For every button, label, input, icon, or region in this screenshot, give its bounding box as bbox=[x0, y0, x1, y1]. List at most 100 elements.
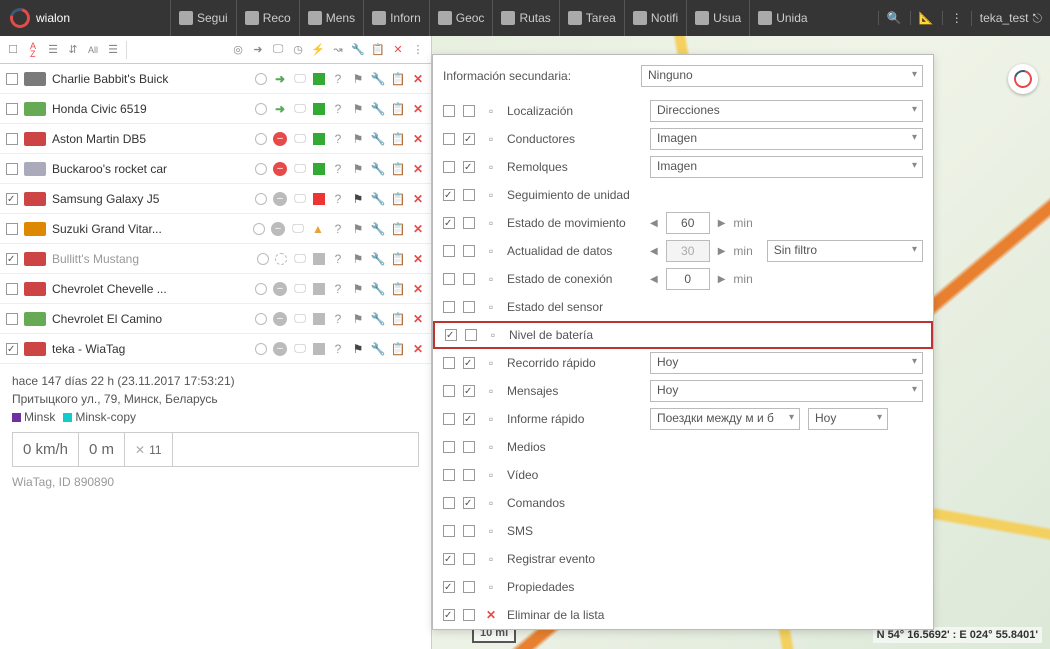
clipboard-icon[interactable]: 📋 bbox=[391, 252, 405, 266]
nav-reco[interactable]: Reco bbox=[236, 0, 299, 36]
number-input[interactable] bbox=[666, 212, 710, 234]
locate-icon[interactable] bbox=[255, 193, 267, 205]
checkbox-1[interactable] bbox=[443, 217, 455, 229]
setting-select[interactable]: Imagen bbox=[650, 156, 923, 178]
screen-icon[interactable]: 🖵 bbox=[291, 222, 305, 236]
screen-icon[interactable]: 🖵 bbox=[293, 252, 307, 266]
checkbox-2[interactable] bbox=[463, 609, 475, 621]
checkbox-1[interactable] bbox=[443, 497, 455, 509]
increase-button[interactable]: ▶ bbox=[718, 246, 726, 257]
unit-row[interactable]: Charlie Babbit's Buick➜🖵?⚑🔧📋✕ bbox=[0, 64, 431, 94]
checkbox-1[interactable] bbox=[445, 329, 457, 341]
checkbox-2[interactable] bbox=[463, 245, 475, 257]
unit-row[interactable]: Aston Martin DB5–🖵?⚑🔧📋✕ bbox=[0, 124, 431, 154]
checkbox-2[interactable] bbox=[463, 217, 475, 229]
map-layers-button[interactable] bbox=[1008, 64, 1038, 94]
user-menu[interactable]: teka_test ⎋ bbox=[971, 11, 1050, 26]
remove-icon[interactable]: ✕ bbox=[411, 252, 425, 266]
question-icon[interactable]: ? bbox=[331, 102, 345, 116]
setting-select[interactable]: Hoy bbox=[650, 380, 923, 402]
remove-icon[interactable]: ✕ bbox=[411, 132, 425, 146]
flag-icon[interactable]: ⚑ bbox=[351, 342, 365, 356]
locate-icon[interactable] bbox=[255, 343, 267, 355]
setting-select[interactable]: Hoy bbox=[650, 352, 923, 374]
screen-icon[interactable]: 🖵 bbox=[293, 102, 307, 116]
nav-unida[interactable]: Unida bbox=[749, 0, 815, 36]
unit-checkbox[interactable] bbox=[6, 253, 18, 265]
nav-rutas[interactable]: Rutas bbox=[492, 0, 558, 36]
screen-icon[interactable]: 🖵 bbox=[293, 72, 307, 86]
nav-segui[interactable]: Segui bbox=[170, 0, 236, 36]
question-icon[interactable]: ? bbox=[331, 282, 345, 296]
checkbox-2[interactable] bbox=[463, 469, 475, 481]
screen-icon[interactable]: 🖵 bbox=[293, 282, 307, 296]
measure-button[interactable]: 📐 bbox=[910, 11, 942, 25]
tb-target-icon[interactable]: ◎ bbox=[229, 41, 247, 59]
tb-clipboard-icon[interactable]: 📋 bbox=[369, 41, 387, 59]
clipboard-icon[interactable]: 📋 bbox=[391, 282, 405, 296]
locate-icon[interactable] bbox=[255, 163, 267, 175]
flag-icon[interactable]: ⚑ bbox=[351, 252, 365, 266]
setting-select[interactable]: Direcciones bbox=[650, 100, 923, 122]
wrench-icon[interactable]: 🔧 bbox=[371, 192, 385, 206]
unit-row[interactable]: teka - WiaTag–🖵?⚑🔧📋✕ bbox=[0, 334, 431, 364]
sort-az-button[interactable]: AZ bbox=[24, 41, 42, 59]
remove-icon[interactable]: ✕ bbox=[411, 162, 425, 176]
unit-checkbox[interactable] bbox=[6, 103, 18, 115]
locate-icon[interactable] bbox=[257, 253, 269, 265]
question-icon[interactable]: ? bbox=[331, 132, 345, 146]
unit-row[interactable]: Bullitt's Mustang🖵?⚑🔧📋✕ bbox=[0, 244, 431, 274]
list-button[interactable]: ☰ bbox=[44, 41, 62, 59]
columns-button[interactable]: ☰ bbox=[104, 41, 122, 59]
checkbox-2[interactable] bbox=[463, 581, 475, 593]
checkbox-2[interactable] bbox=[463, 189, 475, 201]
wrench-icon[interactable]: 🔧 bbox=[371, 72, 385, 86]
question-icon[interactable]: ? bbox=[331, 252, 345, 266]
increase-button[interactable]: ▶ bbox=[718, 274, 726, 285]
checkbox-2[interactable] bbox=[463, 525, 475, 537]
menu-button[interactable]: ⋮ bbox=[942, 11, 971, 25]
unit-row[interactable]: Buckaroo's rocket car–🖵?⚑🔧📋✕ bbox=[0, 154, 431, 184]
clipboard-icon[interactable]: 📋 bbox=[391, 192, 405, 206]
all-button[interactable]: All bbox=[84, 41, 102, 59]
wrench-icon[interactable]: 🔧 bbox=[371, 282, 385, 296]
remove-icon[interactable]: ✕ bbox=[411, 102, 425, 116]
secondary-info-select[interactable]: Ninguno bbox=[641, 65, 923, 87]
checkbox-2[interactable] bbox=[463, 105, 475, 117]
remove-icon[interactable]: ✕ bbox=[411, 72, 425, 86]
clipboard-icon[interactable]: 📋 bbox=[391, 342, 405, 356]
wrench-icon[interactable]: 🔧 bbox=[371, 222, 385, 236]
remove-icon[interactable]: ✕ bbox=[411, 342, 425, 356]
clipboard-icon[interactable]: 📋 bbox=[391, 162, 405, 176]
unit-checkbox[interactable] bbox=[6, 283, 18, 295]
remove-icon[interactable]: ✕ bbox=[411, 222, 425, 236]
screen-icon[interactable]: 🖵 bbox=[293, 132, 307, 146]
checkbox-2[interactable] bbox=[463, 413, 475, 425]
locate-icon[interactable] bbox=[255, 283, 267, 295]
unit-checkbox[interactable] bbox=[6, 223, 18, 235]
checkbox-1[interactable] bbox=[443, 581, 455, 593]
flag-icon[interactable]: ⚑ bbox=[351, 102, 365, 116]
checkbox-1[interactable] bbox=[443, 609, 455, 621]
checkbox-1[interactable] bbox=[443, 469, 455, 481]
select-all-button[interactable]: ☐ bbox=[4, 41, 22, 59]
increase-button[interactable]: ▶ bbox=[718, 218, 726, 229]
unit-row[interactable]: Honda Civic 6519➜🖵?⚑🔧📋✕ bbox=[0, 94, 431, 124]
tb-delete-icon[interactable]: ✕ bbox=[389, 41, 407, 59]
tb-wrench-icon[interactable]: 🔧 bbox=[349, 41, 367, 59]
checkbox-2[interactable] bbox=[463, 357, 475, 369]
clipboard-icon[interactable]: 📋 bbox=[391, 222, 405, 236]
wrench-icon[interactable]: 🔧 bbox=[371, 102, 385, 116]
decrease-button[interactable]: ◀ bbox=[650, 246, 658, 257]
checkbox-2[interactable] bbox=[463, 161, 475, 173]
checkbox-2[interactable] bbox=[463, 385, 475, 397]
checkbox-2[interactable] bbox=[465, 329, 477, 341]
search-button[interactable]: 🔍 bbox=[878, 11, 910, 25]
wrench-icon[interactable]: 🔧 bbox=[371, 342, 385, 356]
screen-icon[interactable]: 🖵 bbox=[293, 342, 307, 356]
flag-icon[interactable]: ⚑ bbox=[351, 312, 365, 326]
wrench-icon[interactable]: 🔧 bbox=[371, 162, 385, 176]
checkbox-1[interactable] bbox=[443, 413, 455, 425]
wrench-icon[interactable]: 🔧 bbox=[371, 252, 385, 266]
number-input[interactable] bbox=[666, 268, 710, 290]
